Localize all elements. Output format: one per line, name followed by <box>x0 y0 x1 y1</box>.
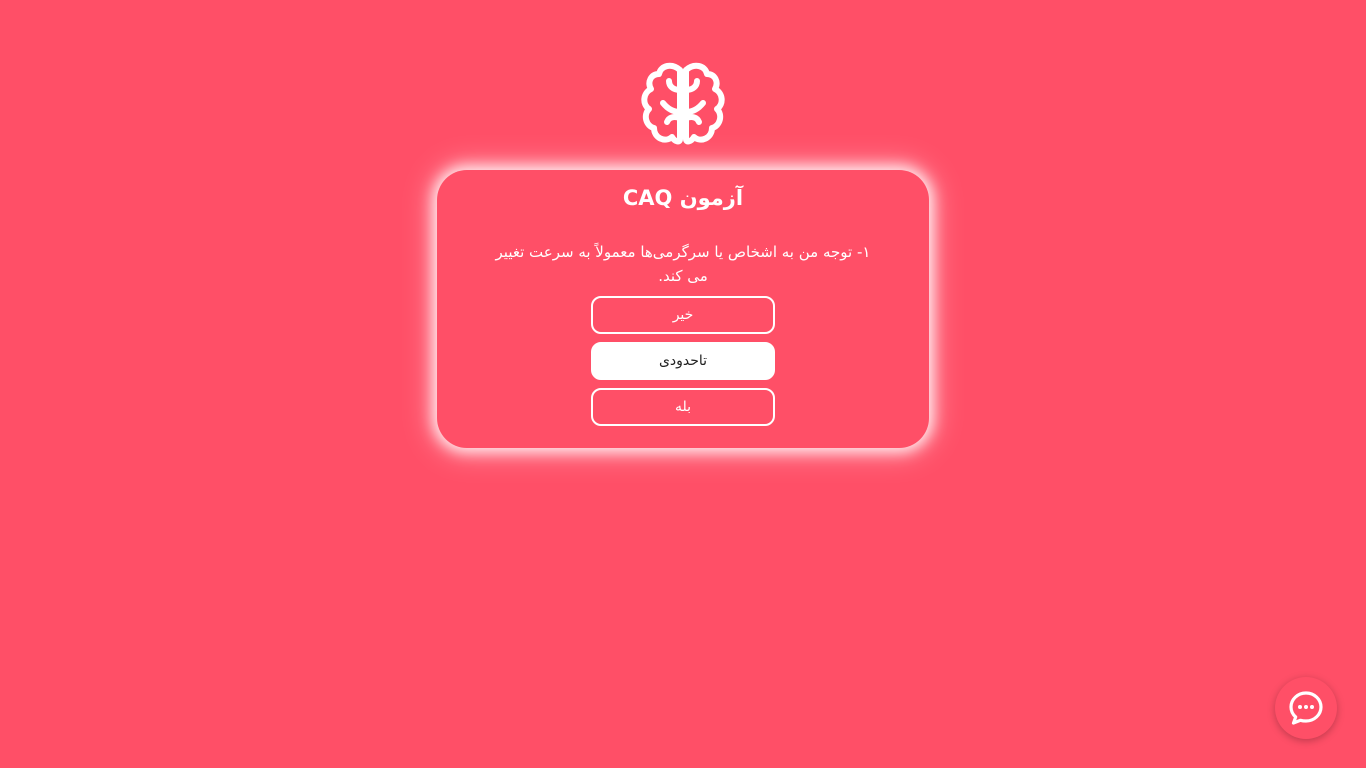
question-text: ۱- توجه من به اشخاص یا سرگرمی‌ها معمولاً… <box>495 243 871 285</box>
answer-no-button[interactable]: خیر <box>591 296 775 334</box>
page: آزمون CAQ ۱- توجه من به اشخاص یا سرگرمی‌… <box>0 0 1366 768</box>
answer-somewhat-button[interactable]: تاحدودی <box>591 342 775 380</box>
quiz-title: آزمون CAQ <box>622 186 744 210</box>
answer-yes-button[interactable]: بله <box>591 388 775 426</box>
answer-list: خیر تاحدودی بله <box>591 296 775 434</box>
quiz-card: آزمون CAQ ۱- توجه من به اشخاص یا سرگرمی‌… <box>437 170 929 448</box>
chat-bubble-icon <box>1289 691 1323 725</box>
chat-button[interactable] <box>1275 677 1337 739</box>
brain-icon <box>639 60 727 148</box>
